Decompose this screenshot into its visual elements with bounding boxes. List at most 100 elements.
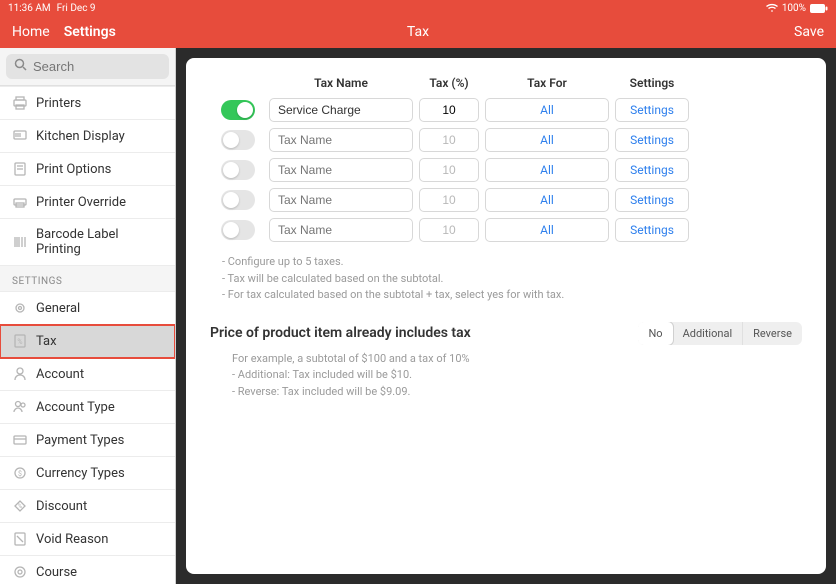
printer-icon — [12, 95, 28, 111]
nav-bar: Home Settings Tax Save — [0, 16, 836, 48]
tax-for-button[interactable]: All — [485, 128, 609, 152]
account-icon — [12, 366, 28, 382]
sidebar-item-printers[interactable]: Printers — [0, 86, 175, 120]
svg-text:$: $ — [18, 470, 22, 478]
tax-name-input[interactable] — [269, 218, 413, 242]
tax-row: AllSettings — [210, 128, 802, 152]
tax-settings-button[interactable]: Settings — [615, 98, 689, 122]
display-icon — [12, 128, 28, 144]
sidebar-item-label: Payment Types — [36, 433, 124, 448]
void-icon — [12, 531, 28, 547]
includes-segmented[interactable]: NoAdditionalReverse — [638, 322, 802, 345]
sidebar-item-label: Printer Override — [36, 195, 126, 210]
tax-table: Tax Name Tax (%) Tax For Settings AllSet… — [210, 76, 802, 242]
sidebar-item-label: Print Options — [36, 162, 111, 177]
tax-toggle[interactable] — [221, 130, 255, 150]
sidebar-item-account-type[interactable]: Account Type — [0, 391, 175, 424]
tax-for-button[interactable]: All — [485, 98, 609, 122]
save-button[interactable]: Save — [794, 24, 824, 40]
printer-override-icon — [12, 194, 28, 210]
sidebar-item-label: Course — [36, 565, 77, 580]
sidebar-item-account[interactable]: Account — [0, 358, 175, 391]
discount-icon: % — [12, 498, 28, 514]
tax-toggle[interactable] — [221, 160, 255, 180]
seg-option-reverse[interactable]: Reverse — [743, 322, 802, 345]
status-bar: 11:36 AM Fri Dec 9 100% — [0, 0, 836, 16]
nav-back[interactable]: Home — [12, 24, 50, 40]
sidebar-item-kitchen-display[interactable]: Kitchen Display — [0, 120, 175, 153]
sidebar-item-label: Account — [36, 367, 84, 382]
sidebar-section-header: SETTINGS — [0, 266, 175, 291]
gear-icon — [12, 300, 28, 316]
sidebar-item-printer-override[interactable]: Printer Override — [0, 186, 175, 219]
tax-row: AllSettings — [210, 218, 802, 242]
sidebar-item-currency-types[interactable]: $ Currency Types — [0, 457, 175, 490]
seg-option-no[interactable]: No — [638, 322, 673, 345]
sidebar-item-label: General — [36, 301, 80, 316]
page-title: Tax — [407, 24, 429, 40]
col-header-pct: Tax (%) — [416, 76, 482, 90]
col-header-name: Tax Name — [266, 76, 416, 90]
tax-pct-input[interactable] — [419, 188, 479, 212]
sidebar-item-course[interactable]: Course — [0, 556, 175, 584]
sidebar-item-payment-types[interactable]: Payment Types — [0, 424, 175, 457]
tax-notes: - Configure up to 5 taxes.- Tax will be … — [222, 254, 802, 304]
tax-for-button[interactable]: All — [485, 218, 609, 242]
tax-settings-button[interactable]: Settings — [615, 128, 689, 152]
barcode-icon — [12, 234, 28, 250]
tax-pct-input[interactable] — [419, 98, 479, 122]
tax-pct-input[interactable] — [419, 128, 479, 152]
tax-settings-button[interactable]: Settings — [615, 188, 689, 212]
sidebar-item-label: Tax — [36, 334, 57, 349]
account-type-icon — [12, 399, 28, 415]
sidebar-item-label: Void Reason — [36, 532, 108, 547]
tax-settings-button[interactable]: Settings — [615, 158, 689, 182]
wifi-icon — [766, 3, 778, 13]
sidebar-item-print-options[interactable]: Print Options — [0, 153, 175, 186]
sidebar-item-label: Currency Types — [36, 466, 125, 481]
tax-toggle[interactable] — [221, 190, 255, 210]
search-icon — [14, 58, 27, 75]
sidebar-item-label: Discount — [36, 499, 87, 514]
tax-name-input[interactable] — [269, 128, 413, 152]
battery-icon — [810, 4, 828, 13]
search-input-wrap[interactable] — [6, 54, 169, 79]
sidebar-item-void-reason[interactable]: Void Reason — [0, 523, 175, 556]
nav-heading: Settings — [64, 24, 116, 40]
status-date: Fri Dec 9 — [57, 3, 96, 14]
status-time: 11:36 AM — [8, 3, 51, 14]
tax-name-input[interactable] — [269, 158, 413, 182]
tax-row: AllSettings — [210, 98, 802, 122]
tax-name-input[interactable] — [269, 98, 413, 122]
tax-toggle[interactable] — [221, 220, 255, 240]
tax-row: AllSettings — [210, 158, 802, 182]
seg-option-additional[interactable]: Additional — [673, 322, 744, 345]
sidebar-item-label: Printers — [36, 96, 81, 111]
sidebar-item-label: Kitchen Display — [36, 129, 125, 144]
sidebar-item-tax[interactable]: % Tax — [0, 325, 175, 358]
sidebar-item-general[interactable]: General — [0, 291, 175, 325]
sidebar: Printers Kitchen Display Print Options Prin… — [0, 48, 176, 584]
tax-icon: % — [12, 333, 28, 349]
col-header-settings: Settings — [612, 76, 692, 90]
tax-name-input[interactable] — [269, 188, 413, 212]
includes-title: Price of product item already includes t… — [210, 325, 471, 341]
tax-settings-button[interactable]: Settings — [615, 218, 689, 242]
tax-row: AllSettings — [210, 188, 802, 212]
course-icon — [12, 564, 28, 580]
tax-pct-input[interactable] — [419, 158, 479, 182]
col-header-for: Tax For — [482, 76, 612, 90]
tax-toggle[interactable] — [221, 100, 255, 120]
sidebar-item-label: Barcode Label Printing — [36, 227, 163, 257]
search-input[interactable] — [33, 59, 176, 74]
svg-text:%: % — [18, 503, 23, 510]
tax-for-button[interactable]: All — [485, 158, 609, 182]
tax-for-button[interactable]: All — [485, 188, 609, 212]
payment-icon — [12, 432, 28, 448]
print-options-icon — [12, 161, 28, 177]
svg-text:%: % — [17, 338, 22, 346]
sidebar-item-discount[interactable]: % Discount — [0, 490, 175, 523]
settings-panel: Tax Name Tax (%) Tax For Settings AllSet… — [186, 58, 826, 574]
tax-pct-input[interactable] — [419, 218, 479, 242]
sidebar-item-barcode-label-printing[interactable]: Barcode Label Printing — [0, 219, 175, 266]
